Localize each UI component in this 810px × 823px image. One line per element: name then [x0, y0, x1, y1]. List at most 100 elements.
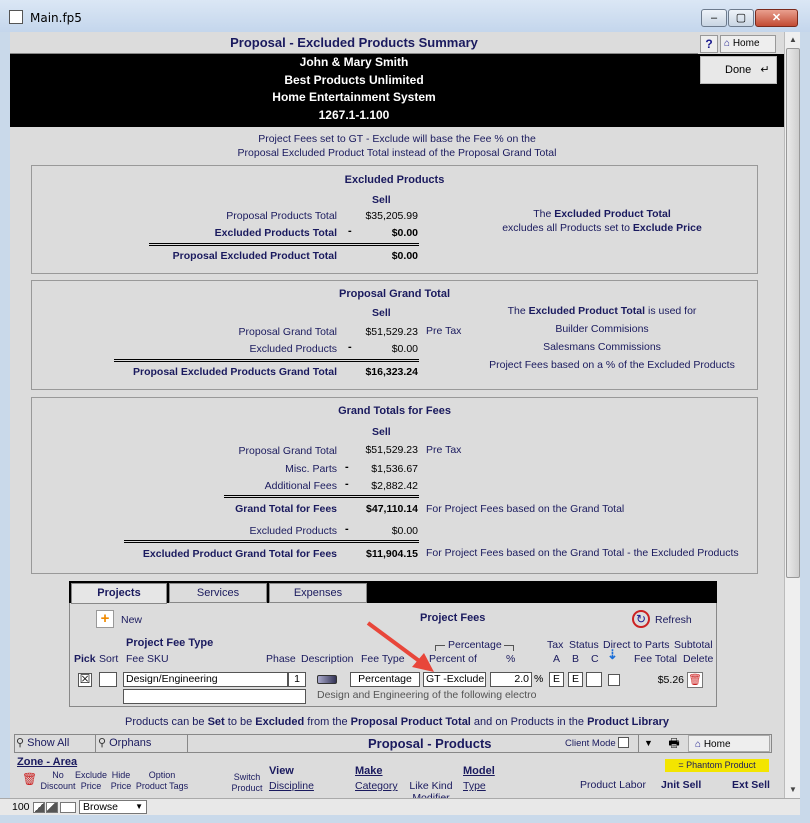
description-text: Design and Engineering of the following …: [317, 689, 537, 701]
orphans-button[interactable]: ⚲ Orphans: [98, 735, 188, 752]
grand-total-for-fees-value: $47,110.14: [366, 503, 418, 515]
pre-tax-note: Pre Tax: [426, 444, 462, 456]
direct-to-parts-checkbox[interactable]: [608, 674, 620, 686]
fee-sku-field[interactable]: Design/Engineering: [123, 672, 288, 687]
fee-note-line2: Proposal Excluded Product Total instead …: [237, 147, 557, 159]
window-titlebar: [0, 0, 810, 32]
client-mode-label: Client Mode: [565, 738, 616, 749]
fee-note-line1: Project Fees set to GT - Exclude will ba…: [258, 133, 536, 145]
total-rule: [114, 359, 419, 362]
client-banner: John & Mary Smith Best Products Unlimite…: [10, 54, 698, 127]
tab-expenses[interactable]: Expenses: [269, 583, 367, 603]
excluded-explain-line1: The Excluded Product Total: [533, 208, 671, 220]
description-field[interactable]: [123, 689, 306, 704]
home-button[interactable]: ⌂ Home: [720, 35, 776, 53]
make-link[interactable]: Make: [355, 765, 383, 777]
grand-total-for-fees-note: For Project Fees based on the Grand Tota…: [426, 503, 625, 515]
switch-product-header: Switch Product: [231, 772, 263, 793]
excluded-products-total-value: $0.00: [391, 227, 418, 239]
trash-icon[interactable]: 🗑: [22, 772, 37, 786]
done-button[interactable]: Done ↵: [700, 56, 777, 84]
sell-header: Sell: [372, 307, 391, 319]
col-a: A: [553, 653, 561, 665]
zoom-in-icon[interactable]: [46, 802, 58, 813]
zoom-out-icon[interactable]: [33, 802, 45, 813]
close-button[interactable]: ✕: [755, 9, 798, 27]
status-c-field[interactable]: [586, 672, 602, 687]
delete-icon[interactable]: 🗑: [687, 672, 703, 688]
dropdown-icon[interactable]: ▼: [638, 735, 658, 752]
category-link[interactable]: Category: [355, 780, 398, 792]
client-mode-checkbox[interactable]: [618, 737, 629, 748]
excluded-grand-total-fees-value: $11,904.15: [366, 548, 418, 560]
tab-services[interactable]: Services: [169, 583, 267, 603]
search-icon: ⚲: [16, 737, 28, 749]
scroll-down-icon[interactable]: ▼: [785, 782, 801, 798]
panel-title: Proposal Grand Total: [338, 288, 451, 300]
total-rule: [124, 540, 419, 543]
col-b: B: [572, 653, 580, 665]
proposal-products-total-value: $35,205.99: [365, 210, 418, 222]
grand-total-for-fees-label: Grand Total for Fees: [235, 503, 337, 515]
excluded-products-panel: Excluded Products Sell Proposal Products…: [31, 165, 758, 274]
main-content: Proposal - Excluded Products Summary ? ⌂…: [10, 32, 784, 798]
product-labor-header: Product Labor: [580, 779, 646, 791]
discipline-link[interactable]: Discipline: [269, 780, 314, 792]
page-title: Proposal - Excluded Products Summary: [230, 35, 478, 50]
status-a-field[interactable]: E: [549, 672, 564, 687]
type-link[interactable]: Type: [463, 780, 486, 792]
vertical-scrollbar[interactable]: ▲ ▼: [784, 32, 800, 798]
proposal-grand-total-value: $51,529.23: [365, 326, 418, 338]
option-tags-header: Option Product Tags: [135, 770, 189, 791]
zoom-level[interactable]: 100: [12, 801, 30, 813]
status-b-field[interactable]: E: [568, 672, 583, 687]
like-kind-header: Like Kind Modifier: [409, 780, 453, 798]
col-subtotal: Subtotal: [674, 639, 713, 651]
scroll-up-icon[interactable]: ▲: [785, 32, 801, 48]
description-icon[interactable]: [317, 675, 337, 684]
help-button[interactable]: ?: [700, 35, 718, 53]
panel-title: Excluded Products: [344, 174, 445, 186]
excluded-products-value: $0.00: [391, 525, 418, 537]
products-home-button[interactable]: ⌂ Home: [688, 735, 770, 752]
proposal-grand-total-panel: Proposal Grand Total Sell Proposal Grand…: [31, 280, 758, 390]
zone-area-link[interactable]: Zone - Area: [17, 756, 77, 768]
annotation-arrow-icon: [366, 621, 434, 672]
panel-title: Grand Totals for Fees: [338, 405, 451, 417]
refresh-button[interactable]: Refresh: [655, 614, 692, 626]
proposal-excluded-grand-total-value: $16,323.24: [365, 366, 418, 378]
tab-projects[interactable]: Projects: [71, 583, 167, 604]
minimize-button[interactable]: –: [701, 9, 727, 27]
show-all-button[interactable]: ⚲ Show All: [16, 735, 96, 752]
new-button[interactable]: New: [121, 614, 142, 626]
window-frame-right: [800, 32, 810, 823]
company-name: Best Products Unlimited: [284, 72, 424, 87]
maximize-button[interactable]: ▢: [728, 9, 754, 27]
add-icon[interactable]: +: [96, 610, 114, 628]
mode-select[interactable]: Browse ▼: [79, 800, 147, 814]
col-phase: Phase: [266, 653, 296, 665]
print-icon[interactable]: 🖶: [662, 735, 686, 752]
scroll-thumb[interactable]: [786, 48, 800, 578]
bracket-right: [504, 645, 514, 651]
done-label: Done: [725, 64, 752, 76]
grand-explain-line3: Salesmans Commissions: [543, 341, 661, 353]
pick-checkbox[interactable]: ☒: [78, 673, 92, 687]
status-area-toggle-icon[interactable]: [60, 802, 76, 813]
col-project-fee-type: Project Fee Type: [126, 637, 214, 649]
model-link[interactable]: Model: [463, 765, 495, 777]
home-icon: ⌂: [724, 38, 731, 49]
col-c: C: [591, 653, 599, 665]
direct-arrow-icon: ⇣: [607, 647, 618, 662]
proposal-excluded-total-value: $0.00: [391, 250, 418, 262]
col-description: Description: [301, 653, 354, 665]
products-exclude-note: Products can be Set to be Excluded from …: [125, 716, 669, 728]
refresh-icon[interactable]: ↻: [632, 610, 650, 628]
percent-value-field[interactable]: 2.0: [490, 672, 532, 687]
phase-field[interactable]: 1: [288, 672, 306, 687]
fee-total-value: $5.26: [657, 674, 684, 686]
phantom-legend: = Phantom Product: [665, 759, 769, 772]
sort-field[interactable]: [99, 672, 117, 687]
excluded-products-label: Excluded Products: [249, 525, 337, 537]
excluded-explain-line2: excludes all Products set to Exclude Pri…: [502, 222, 702, 234]
